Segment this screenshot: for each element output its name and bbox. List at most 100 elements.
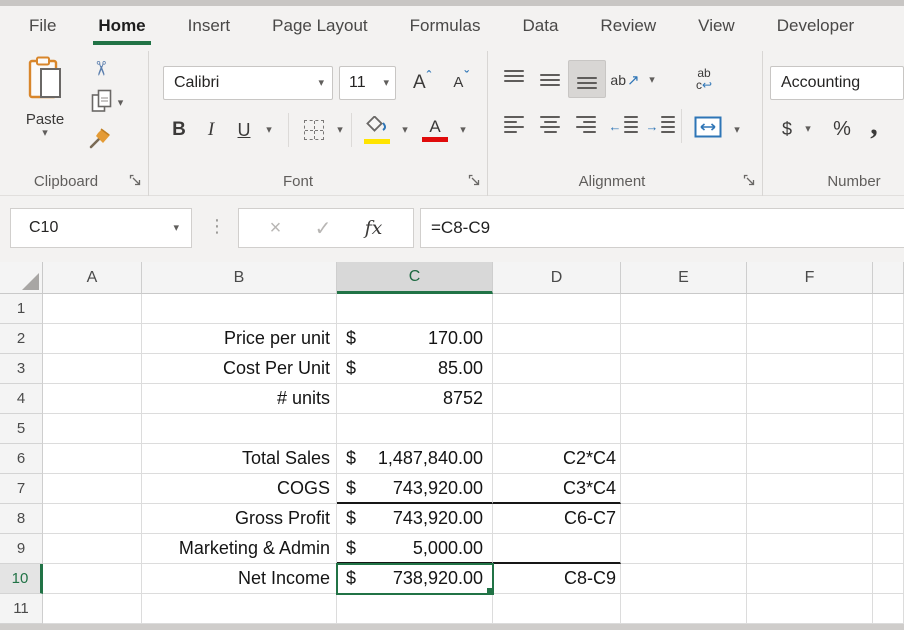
row-header-8[interactable]: 8 (0, 504, 43, 534)
cell-G10[interactable] (873, 564, 904, 594)
cell-A11[interactable] (43, 594, 142, 624)
cell-E10[interactable] (621, 564, 747, 594)
cell-C8[interactable]: $743,920.00 (337, 504, 493, 534)
cell-B7[interactable]: COGS (142, 474, 337, 504)
tab-home[interactable]: Home (77, 6, 166, 45)
cell-F6[interactable] (747, 444, 873, 474)
cell-E3[interactable] (621, 354, 747, 384)
tab-review[interactable]: Review (579, 6, 677, 45)
tab-formulas[interactable]: Formulas (389, 6, 502, 45)
cell-E2[interactable] (621, 324, 747, 354)
cell-C10[interactable]: $738,920.00 (337, 564, 493, 594)
column-header-A[interactable]: A (43, 262, 142, 294)
underline-dropdown[interactable]: ▾ (261, 112, 277, 148)
tab-developer[interactable]: Developer (756, 6, 876, 45)
align-top-button[interactable] (498, 62, 530, 98)
cell-B9[interactable]: Marketing & Admin (142, 534, 337, 564)
font-dialog-launcher-icon[interactable] (467, 173, 481, 187)
cell-G7[interactable] (873, 474, 904, 504)
row-header-9[interactable]: 9 (0, 534, 43, 564)
cell-G1[interactable] (873, 294, 904, 324)
cell-C2[interactable]: $170.00 (337, 324, 493, 354)
accounting-format-dropdown[interactable]: ▾ (801, 112, 815, 146)
cell-G5[interactable] (873, 414, 904, 444)
tab-insert[interactable]: Insert (167, 6, 252, 45)
cell-C1[interactable] (337, 294, 493, 324)
formula-bar-resize-handle[interactable]: ⋮ (208, 216, 226, 237)
cell-C4[interactable]: 8752 (337, 384, 493, 414)
cell-A10[interactable] (43, 564, 142, 594)
row-header-3[interactable]: 3 (0, 354, 43, 384)
column-header-B[interactable]: B (142, 262, 337, 294)
cell-B1[interactable] (142, 294, 337, 324)
cell-D11[interactable] (493, 594, 621, 624)
cell-F3[interactable] (747, 354, 873, 384)
clipboard-dialog-launcher-icon[interactable] (128, 173, 142, 187)
cell-C6[interactable]: $1,487,840.00 (337, 444, 493, 474)
cell-E6[interactable] (621, 444, 747, 474)
cell-F10[interactable] (747, 564, 873, 594)
fill-color-dropdown[interactable]: ▾ (397, 112, 413, 148)
cell-D6[interactable]: C2*C4 (493, 444, 621, 474)
cell-D9[interactable] (493, 534, 621, 564)
cell-G8[interactable] (873, 504, 904, 534)
font-size-select[interactable]: 11 ▾ (339, 66, 396, 100)
cell-A9[interactable] (43, 534, 142, 564)
font-color-button[interactable]: A (416, 112, 454, 148)
cell-B2[interactable]: Price per unit (142, 324, 337, 354)
font-color-dropdown[interactable]: ▾ (455, 112, 471, 148)
cell-D7[interactable]: C3*C4 (493, 474, 621, 504)
cell-A5[interactable] (43, 414, 142, 444)
paste-button[interactable]: Paste ▾ (14, 52, 76, 160)
row-header-10[interactable]: 10 (0, 564, 43, 594)
cell-B3[interactable]: Cost Per Unit (142, 354, 337, 384)
cell-G6[interactable] (873, 444, 904, 474)
number-format-select[interactable]: Accounting (770, 66, 904, 100)
align-middle-button[interactable] (534, 62, 566, 98)
alignment-dialog-launcher-icon[interactable] (742, 173, 756, 187)
formula-input[interactable]: =C8-C9 (420, 208, 904, 248)
column-header-D[interactable]: D (493, 262, 621, 294)
cell-C7[interactable]: $743,920.00 (337, 474, 493, 504)
cell-F7[interactable] (747, 474, 873, 504)
cell-C9[interactable]: $5,000.00 (337, 534, 493, 564)
cell-E4[interactable] (621, 384, 747, 414)
cell-G9[interactable] (873, 534, 904, 564)
cell-B10[interactable]: Net Income (142, 564, 337, 594)
cell-B4[interactable]: # units (142, 384, 337, 414)
italic-button[interactable]: I (197, 112, 225, 148)
fill-handle[interactable] (486, 587, 493, 594)
cell-D4[interactable] (493, 384, 621, 414)
format-painter-button[interactable] (78, 123, 122, 155)
row-header-1[interactable]: 1 (0, 294, 43, 324)
cell-F8[interactable] (747, 504, 873, 534)
column-header-E[interactable]: E (621, 262, 747, 294)
cell-B5[interactable] (142, 414, 337, 444)
increase-indent-button[interactable]: → (643, 108, 677, 144)
comma-style-button[interactable]: , (862, 106, 886, 144)
cell-G11[interactable] (873, 594, 904, 624)
cell-D2[interactable] (493, 324, 621, 354)
cancel-icon[interactable]: × (270, 217, 282, 240)
cell-C5[interactable] (337, 414, 493, 444)
orientation-button[interactable]: ab↗ (608, 62, 642, 98)
cell-G2[interactable] (873, 324, 904, 354)
cell-F9[interactable] (747, 534, 873, 564)
tab-data[interactable]: Data (502, 6, 580, 45)
wrap-text-button[interactable]: ab c↩ (684, 60, 724, 98)
cell-C11[interactable] (337, 594, 493, 624)
fill-color-button[interactable] (358, 112, 396, 148)
merge-center-button[interactable] (688, 112, 728, 146)
decrease-indent-button[interactable]: ← (606, 108, 640, 144)
decrease-font-size-button[interactable]: Aˇ (443, 66, 479, 99)
row-header-2[interactable]: 2 (0, 324, 43, 354)
cell-B6[interactable]: Total Sales (142, 444, 337, 474)
cell-D5[interactable] (493, 414, 621, 444)
align-center-button[interactable] (534, 108, 566, 144)
cell-A2[interactable] (43, 324, 142, 354)
copy-button[interactable]: ▾ (78, 87, 136, 119)
tab-view[interactable]: View (677, 6, 756, 45)
borders-dropdown[interactable]: ▾ (332, 112, 348, 148)
cell-A8[interactable] (43, 504, 142, 534)
column-header-G[interactable] (873, 262, 904, 294)
